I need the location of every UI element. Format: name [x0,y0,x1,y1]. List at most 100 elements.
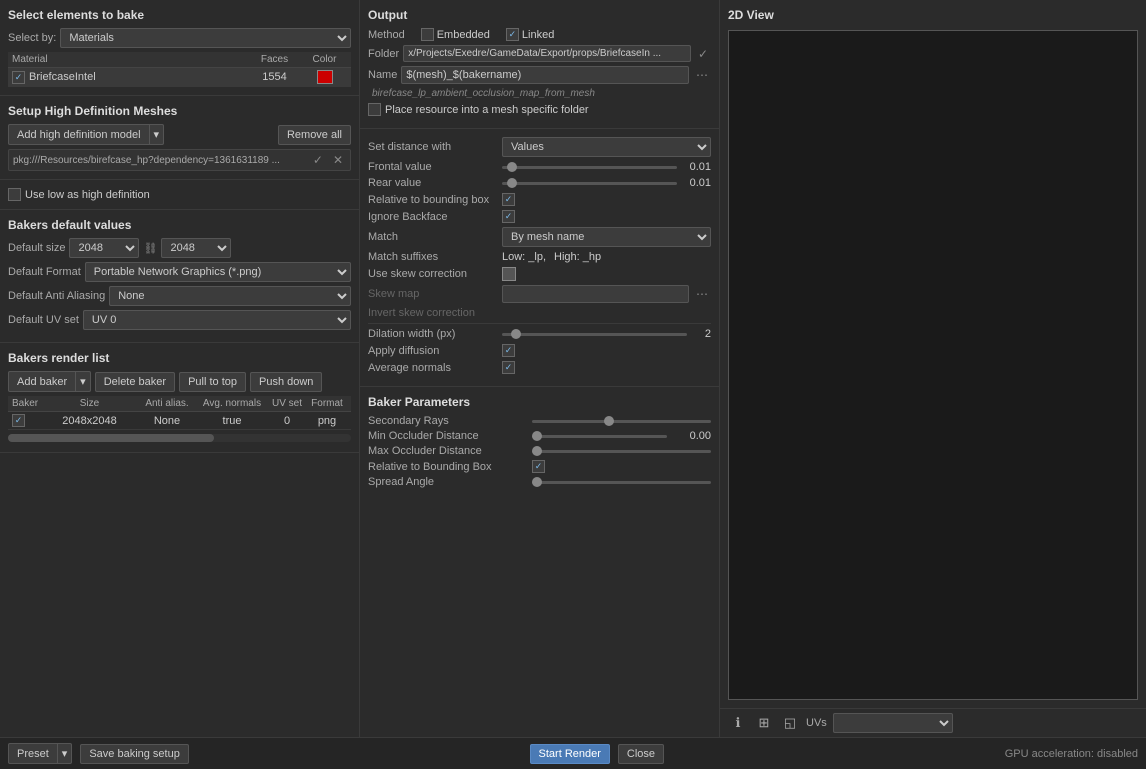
select-by-dropdown[interactable]: Materials [60,28,351,48]
render-list-row[interactable]: 2048x2048 None true 0 png [8,412,351,430]
invert-skew-row: Invert skew correction [368,307,711,319]
left-panel: Select elements to bake Select by: Mater… [0,0,360,737]
use-low-checkbox[interactable] [8,188,21,201]
average-normals-checkbox[interactable] [502,361,515,374]
secondary-rays-label: Secondary Rays [368,415,528,427]
frontal-slider-thumb[interactable] [507,162,517,172]
bakers-render-title: Bakers render list [8,351,351,365]
frontal-value: 0.01 [681,161,711,173]
add-baker-button[interactable]: Add baker [8,371,76,392]
spread-angle-thumb[interactable] [532,477,542,487]
render-list-scrollbar-thumb [8,434,214,442]
col-material-header: Material [12,54,247,65]
baker-uvset: 0 [267,415,307,427]
add-hd-btn-split: Add high definition model ▾ [8,124,164,145]
folder-label: Folder [368,48,399,60]
dilation-slider-track[interactable] [502,333,687,336]
folder-browse-icon[interactable]: ✓ [695,46,711,62]
secondary-rays-track[interactable] [532,420,711,423]
match-suffixes-high: High: _hp [554,251,601,263]
name-input[interactable] [401,66,689,84]
add-hd-dropdown-arrow[interactable]: ▾ [150,124,165,145]
rear-slider-thumb[interactable] [507,178,517,188]
bp-rel-bb-checkbox[interactable] [532,460,545,473]
rear-value: 0.01 [681,177,711,189]
default-uvset-select[interactable]: UV 0 [83,310,351,330]
hd-mesh-close-icon[interactable]: ✕ [330,152,346,168]
default-format-select[interactable]: Portable Network Graphics (*.png) [85,262,351,282]
place-resource-checkbox[interactable] [368,103,381,116]
rel-bb-row: Relative to bounding box [368,193,711,206]
baker-check-cell [12,414,42,427]
secondary-rays-slider [532,420,711,423]
skew-map-input[interactable] [502,285,689,303]
bakers-render-buttons: Add baker ▾ Delete baker Pull to top Pus… [8,371,351,392]
set-distance-select[interactable]: Values Cage [502,137,711,157]
default-antialias-select[interactable]: None [109,286,351,306]
name-options-icon[interactable]: ⋯ [693,67,711,83]
default-size-select1[interactable]: 2048 [69,238,139,258]
min-occluder-thumb[interactable] [532,431,542,441]
faces-count: 1554 [247,71,302,83]
push-down-button[interactable]: Push down [250,372,322,392]
save-baking-button[interactable]: Save baking setup [80,744,189,764]
embedded-checkbox[interactable] [421,28,434,41]
skew-map-label: Skew map [368,288,498,300]
preset-button[interactable]: Preset [8,743,58,764]
add-baker-split: Add baker ▾ [8,371,91,392]
material-name-cell: BriefcaseIntel [12,71,247,84]
dilation-slider-thumb[interactable] [511,329,521,339]
preset-dropdown-arrow[interactable]: ▾ [58,743,73,764]
max-occluder-label: Max Occluder Distance [368,445,528,457]
max-occluder-track[interactable] [532,450,711,453]
baker-checkbox[interactable] [12,414,25,427]
material-table-row[interactable]: BriefcaseIntel 1554 [8,68,351,87]
frontal-value-label: Frontal value [368,161,498,173]
add-baker-dropdown[interactable]: ▾ [76,371,91,392]
average-normals-row: Average normals [368,361,711,374]
col-color-header: Color [302,54,347,65]
default-size-row: Default size 2048 ⛓ 2048 [8,238,351,258]
rel-bb-checkbox[interactable] [502,193,515,206]
rear-slider-track[interactable] [502,182,677,185]
default-size-select2[interactable]: 2048 [161,238,231,258]
max-occluder-thumb[interactable] [532,446,542,456]
color-swatch[interactable] [317,70,333,84]
frame-icon[interactable]: ◱ [780,713,800,733]
dilation-slider-wrap [502,333,687,336]
min-occluder-track[interactable] [532,435,667,438]
rel-bb-label: Relative to bounding box [368,194,498,206]
hd-mesh-check-icon[interactable]: ✓ [310,152,326,168]
uvs-label: UVs [806,717,827,729]
invert-skew-label: Invert skew correction [368,307,498,319]
secondary-rays-thumb[interactable] [604,416,614,426]
dilation-value: 2 [691,328,711,340]
uvs-select[interactable] [833,713,953,733]
start-render-button[interactable]: Start Render [530,744,610,764]
remove-all-button[interactable]: Remove all [278,125,351,145]
close-button[interactable]: Close [618,744,664,764]
view-2d: 2D View [720,0,1146,708]
material-checkbox[interactable] [12,71,25,84]
spread-angle-track[interactable] [532,481,711,484]
pull-to-top-button[interactable]: Pull to top [179,372,246,392]
default-antialias-row: Default Anti Aliasing None [8,286,351,306]
grid-icon[interactable]: ⊞ [754,713,774,733]
col-antialias-header: Anti alias. [137,398,197,409]
bp-rel-bb-row: Relative to Bounding Box [368,460,711,473]
rear-slider-wrap [502,182,677,185]
skew-map-browse[interactable]: ⋯ [693,286,711,302]
delete-baker-button[interactable]: Delete baker [95,372,175,392]
match-select[interactable]: By mesh name Always Never [502,227,711,247]
right-panel: 2D View ℹ ⊞ ◱ UVs [720,0,1146,737]
info-icon[interactable]: ℹ [728,713,748,733]
use-skew-label: Use skew correction [368,268,498,280]
add-hd-button[interactable]: Add high definition model [8,124,150,145]
linked-checkbox[interactable] [506,28,519,41]
ignore-backface-checkbox[interactable] [502,210,515,223]
apply-diffusion-checkbox[interactable] [502,344,515,357]
rear-value-row: Rear value 0.01 [368,177,711,189]
render-list-scrollbar[interactable] [8,434,351,442]
baker-antialias: None [137,415,197,427]
frontal-slider-track[interactable] [502,166,677,169]
